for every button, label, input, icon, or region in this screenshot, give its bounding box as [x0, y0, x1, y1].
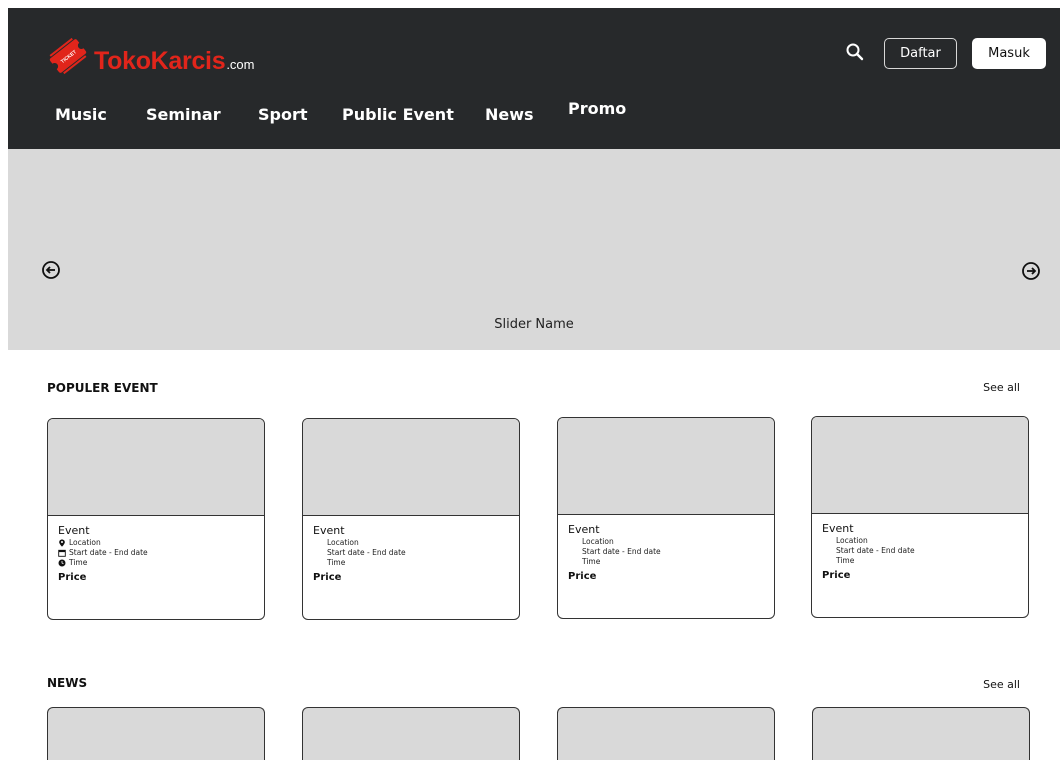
news-card[interactable] [302, 707, 520, 760]
event-time: Time [582, 557, 601, 566]
event-price: Price [568, 571, 597, 582]
hero-slider[interactable]: Slider Name [8, 149, 1060, 350]
event-card[interactable]: Event Location Start date - End date Tim… [302, 418, 520, 620]
event-location: Location [327, 538, 359, 547]
event-time: Time [836, 556, 855, 565]
event-name: Event [313, 524, 345, 537]
event-dates: Start date - End date [582, 547, 661, 556]
clock-icon [58, 559, 66, 567]
logo-domain: .com [226, 57, 255, 72]
event-card[interactable]: Event Location Start date - End date Tim… [47, 418, 265, 620]
event-card-image [303, 419, 519, 516]
event-time: Time [69, 558, 88, 567]
location-pin-icon [59, 539, 65, 547]
news-card[interactable] [812, 707, 1030, 760]
news-card[interactable] [47, 707, 265, 760]
page: TICKET TokoKarcis .com Daftar Masuk Musi… [8, 8, 1060, 760]
event-card-image [812, 417, 1028, 514]
slider-prev-button[interactable] [40, 259, 62, 281]
slider-name: Slider Name [494, 317, 574, 332]
popular-see-all-link[interactable]: See all [983, 381, 1020, 394]
search-icon [846, 43, 864, 61]
masuk-button[interactable]: Masuk [972, 38, 1046, 69]
nav-item-seminar[interactable]: Seminar [146, 105, 221, 124]
event-dates: Start date - End date [69, 548, 148, 557]
event-dates: Start date - End date [836, 546, 915, 555]
daftar-button[interactable]: Daftar [884, 38, 957, 69]
news-card[interactable] [557, 707, 775, 760]
event-name: Event [568, 523, 600, 536]
news-section-title: NEWS [47, 676, 88, 690]
search-button[interactable] [843, 40, 867, 64]
calendar-icon [58, 549, 66, 557]
news-see-all-link[interactable]: See all [983, 678, 1020, 691]
event-location: Location [582, 537, 614, 546]
event-card[interactable]: Event Location Start date - End date Tim… [811, 416, 1029, 618]
nav-item-sport[interactable]: Sport [258, 105, 308, 124]
site-header: TICKET TokoKarcis .com Daftar Masuk Musi… [8, 8, 1060, 149]
arrow-left-circle-icon [42, 261, 60, 279]
popular-section-title: POPULER EVENT [47, 381, 158, 395]
main-nav: Music Seminar Sport Public Event News Pr… [8, 99, 1060, 130]
nav-item-music[interactable]: Music [55, 105, 107, 124]
event-location: Location [69, 538, 101, 547]
logo-name: TokoKarcis [94, 47, 226, 75]
nav-item-news[interactable]: News [485, 105, 534, 124]
event-location: Location [836, 536, 868, 545]
event-price: Price [822, 570, 851, 581]
event-price: Price [313, 572, 342, 583]
ticket-logo-icon: TICKET [49, 37, 87, 75]
nav-item-public-event[interactable]: Public Event [342, 105, 454, 124]
slider-next-button[interactable] [1020, 260, 1042, 282]
event-card[interactable]: Event Location Start date - End date Tim… [557, 417, 775, 619]
event-name: Event [58, 524, 90, 537]
arrow-right-circle-icon [1022, 262, 1040, 280]
event-price: Price [58, 572, 87, 583]
event-time: Time [327, 558, 346, 567]
event-card-image [558, 418, 774, 515]
event-name: Event [822, 522, 854, 535]
logo[interactable]: TICKET TokoKarcis .com [44, 36, 254, 76]
event-card-image [48, 419, 264, 516]
nav-item-promo[interactable]: Promo [568, 99, 626, 118]
event-dates: Start date - End date [327, 548, 406, 557]
